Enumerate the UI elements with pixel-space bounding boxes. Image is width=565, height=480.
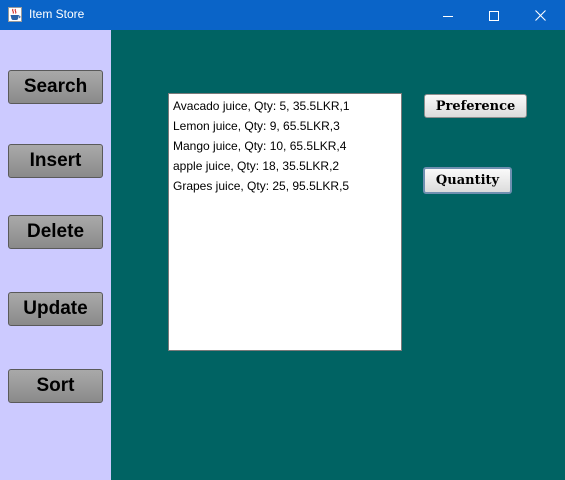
close-button[interactable] — [517, 0, 563, 30]
maximize-button[interactable] — [471, 0, 517, 30]
window-title: Item Store — [29, 7, 85, 21]
list-item[interactable]: Mango juice, Qty: 10, 65.5LKR,4 — [169, 136, 401, 156]
list-item[interactable]: Grapes juice, Qty: 25, 95.5LKR,5 — [169, 176, 401, 196]
maximize-icon — [489, 6, 499, 25]
delete-button[interactable]: Delete — [8, 215, 103, 249]
list-item[interactable]: Lemon juice, Qty: 9, 65.5LKR,3 — [169, 116, 401, 136]
sort-button[interactable]: Sort — [8, 369, 103, 403]
sidebar: Search Insert Delete Update Sort — [0, 30, 111, 480]
item-list[interactable]: Avacado juice, Qty: 5, 35.5LKR,1 Lemon j… — [168, 93, 402, 351]
java-coffee-cup-icon — [8, 7, 22, 22]
minimize-icon — [443, 6, 453, 25]
list-item[interactable]: apple juice, Qty: 18, 35.5LKR,2 — [169, 156, 401, 176]
main-panel: Avacado juice, Qty: 5, 35.5LKR,1 Lemon j… — [111, 30, 565, 480]
insert-button[interactable]: Insert — [8, 144, 103, 178]
minimize-button[interactable] — [425, 0, 471, 30]
close-icon — [534, 6, 546, 25]
search-button[interactable]: Search — [8, 70, 103, 104]
title-bar: Item Store — [0, 0, 565, 30]
quantity-button[interactable]: Quantity — [423, 167, 512, 194]
preference-button[interactable]: Preference — [424, 94, 527, 118]
list-item[interactable]: Avacado juice, Qty: 5, 35.5LKR,1 — [169, 96, 401, 116]
update-button[interactable]: Update — [8, 292, 103, 326]
